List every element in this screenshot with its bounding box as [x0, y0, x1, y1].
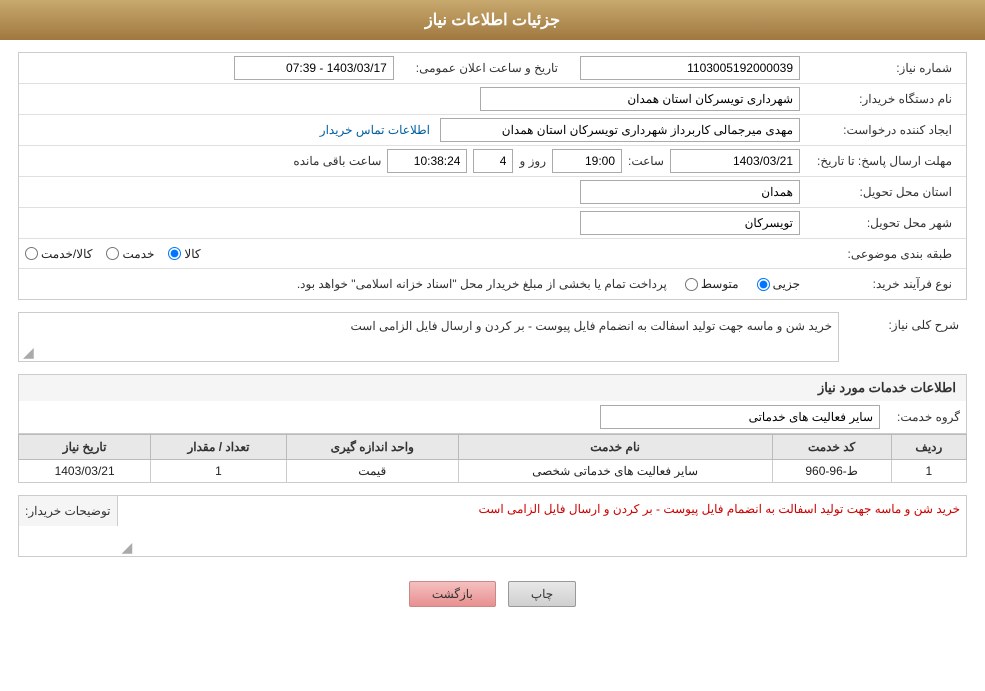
back-button[interactable]: بازگشت: [409, 581, 496, 607]
purchase-jozvi-item: جزیی: [757, 277, 800, 291]
category-khadamat-item: خدمت: [106, 247, 154, 261]
city-input[interactable]: [580, 211, 800, 235]
buyer-desc-resize: ◢: [122, 540, 133, 554]
purchase-type-label: نوع فرآیند خرید:: [800, 277, 960, 291]
category-label: طبقه بندی موضوعی:: [800, 247, 960, 261]
main-content: شماره نیاز: تاریخ و ساعت اعلان عمومی: نا…: [0, 40, 985, 629]
deadline-days-label: روز و: [519, 154, 546, 168]
page-title: جزئیات اطلاعات نیاز: [425, 12, 560, 29]
buyer-org-input[interactable]: [480, 87, 800, 111]
deadline-date-input[interactable]: [670, 149, 800, 173]
purchase-motovaset-radio[interactable]: [685, 278, 698, 291]
deadline-row: مهلت ارسال پاسخ: تا تاریخ: ساعت: روز و س…: [19, 146, 966, 177]
buyer-desc-value: خرید شن و ماسه جهت تولید اسفالت به انضما…: [478, 502, 960, 516]
service-group-row: گروه خدمت:: [18, 401, 967, 434]
bottom-buttons: چاپ بازگشت: [18, 571, 967, 617]
category-khadamat-label: خدمت: [122, 247, 154, 261]
col-name-header: نام خدمت: [458, 435, 772, 460]
table-cell-unit: قیمت: [286, 460, 458, 483]
print-button[interactable]: چاپ: [508, 581, 576, 607]
buyer-org-row: نام دستگاه خریدار:: [19, 84, 966, 115]
need-summary-label: شرح کلی نیاز:: [847, 312, 967, 332]
page-wrapper: جزئیات اطلاعات نیاز شماره نیاز: تاریخ و …: [0, 0, 985, 691]
col-qty-header: تعداد / مقدار: [151, 435, 287, 460]
province-label: استان محل تحویل:: [800, 185, 960, 199]
deadline-label: مهلت ارسال پاسخ: تا تاریخ:: [800, 154, 960, 168]
purchase-type-row: نوع فرآیند خرید: پرداخت تمام یا بخشی از …: [19, 269, 966, 299]
purchase-jozvi-label: جزیی: [773, 277, 800, 291]
col-row-header: ردیف: [891, 435, 966, 460]
table-cell-code: ط-96-960: [772, 460, 891, 483]
col-code-header: کد خدمت: [772, 435, 891, 460]
category-row: طبقه بندی موضوعی: کالا/خدمت خدمت کالا: [19, 239, 966, 269]
buyer-desc-label: توضیحات خریدار:: [19, 496, 118, 526]
creator-row: ایجاد کننده درخواست: اطلاعات تماس خریدار: [19, 115, 966, 146]
col-date-header: تاریخ نیاز: [19, 435, 151, 460]
deadline-days-input[interactable]: [473, 149, 513, 173]
purchase-jozvi-radio[interactable]: [757, 278, 770, 291]
services-section: گروه خدمت: ردیف کد خدمت نام خدمت واحد ان…: [18, 401, 967, 483]
category-kala-khadamat-radio[interactable]: [25, 247, 38, 260]
need-summary-section: شرح کلی نیاز: خرید شن و ماسه جهت تولید ا…: [18, 312, 967, 362]
services-section-title: اطلاعات خدمات مورد نیاز: [18, 374, 967, 401]
deadline-remaining-label: ساعت باقی مانده: [293, 154, 381, 168]
buyer-desc-section: خرید شن و ماسه جهت تولید اسفالت به انضما…: [18, 495, 967, 557]
purchase-motovaset-label: متوسط: [701, 277, 739, 291]
province-input[interactable]: [580, 180, 800, 204]
table-row: 1ط-96-960سایر فعالیت های خدماتی شخصیقیمت…: [19, 460, 967, 483]
city-label: شهر محل تحویل:: [800, 216, 960, 230]
creator-label: ایجاد کننده درخواست:: [800, 123, 960, 137]
need-number-label: شماره نیاز:: [800, 61, 960, 75]
table-cell-name: سایر فعالیت های خدماتی شخصی: [458, 460, 772, 483]
deadline-time-label: ساعت:: [628, 154, 664, 168]
category-kala-item: کالا: [168, 247, 200, 261]
category-kala-label: کالا: [184, 247, 200, 261]
category-khadamat-radio[interactable]: [106, 247, 119, 260]
need-summary-value: خرید شن و ماسه جهت تولید اسفالت به انضما…: [350, 319, 832, 333]
service-group-input[interactable]: [600, 405, 880, 429]
resize-handle: ◢: [23, 345, 34, 359]
category-kala-khadamat-item: کالا/خدمت: [25, 247, 92, 261]
category-kala-radio[interactable]: [168, 247, 181, 260]
service-group-label: گروه خدمت:: [890, 410, 960, 424]
announce-datetime-label: تاریخ و ساعت اعلان عمومی:: [408, 61, 566, 75]
page-header: جزئیات اطلاعات نیاز: [0, 0, 985, 40]
purchase-motovaset-item: متوسط: [685, 277, 739, 291]
table-cell-date: 1403/03/21: [19, 460, 151, 483]
city-row: شهر محل تحویل:: [19, 208, 966, 239]
province-row: استان محل تحویل:: [19, 177, 966, 208]
buyer-org-label: نام دستگاه خریدار:: [800, 92, 960, 106]
services-table: ردیف کد خدمت نام خدمت واحد اندازه گیری ت…: [18, 434, 967, 483]
need-number-input[interactable]: [580, 56, 800, 80]
buyer-desc-content: خرید شن و ماسه جهت تولید اسفالت به انضما…: [118, 496, 966, 556]
creator-contact-link[interactable]: اطلاعات تماس خریدار: [320, 123, 430, 137]
deadline-time-input[interactable]: [552, 149, 622, 173]
need-number-row: شماره نیاز: تاریخ و ساعت اعلان عمومی:: [19, 53, 966, 84]
need-summary-box: خرید شن و ماسه جهت تولید اسفالت به انضما…: [18, 312, 839, 362]
creator-input[interactable]: [440, 118, 800, 142]
table-header-row: ردیف کد خدمت نام خدمت واحد اندازه گیری ت…: [19, 435, 967, 460]
col-unit-header: واحد اندازه گیری: [286, 435, 458, 460]
purchase-type-desc: پرداخت تمام یا بخشی از مبلغ خریدار محل "…: [25, 277, 667, 291]
table-cell-row: 1: [891, 460, 966, 483]
deadline-remaining-input[interactable]: [387, 149, 467, 173]
table-cell-qty: 1: [151, 460, 287, 483]
announce-datetime-input[interactable]: [234, 56, 394, 80]
category-kala-khadamat-label: کالا/خدمت: [41, 247, 92, 261]
info-section: شماره نیاز: تاریخ و ساعت اعلان عمومی: نا…: [18, 52, 967, 300]
